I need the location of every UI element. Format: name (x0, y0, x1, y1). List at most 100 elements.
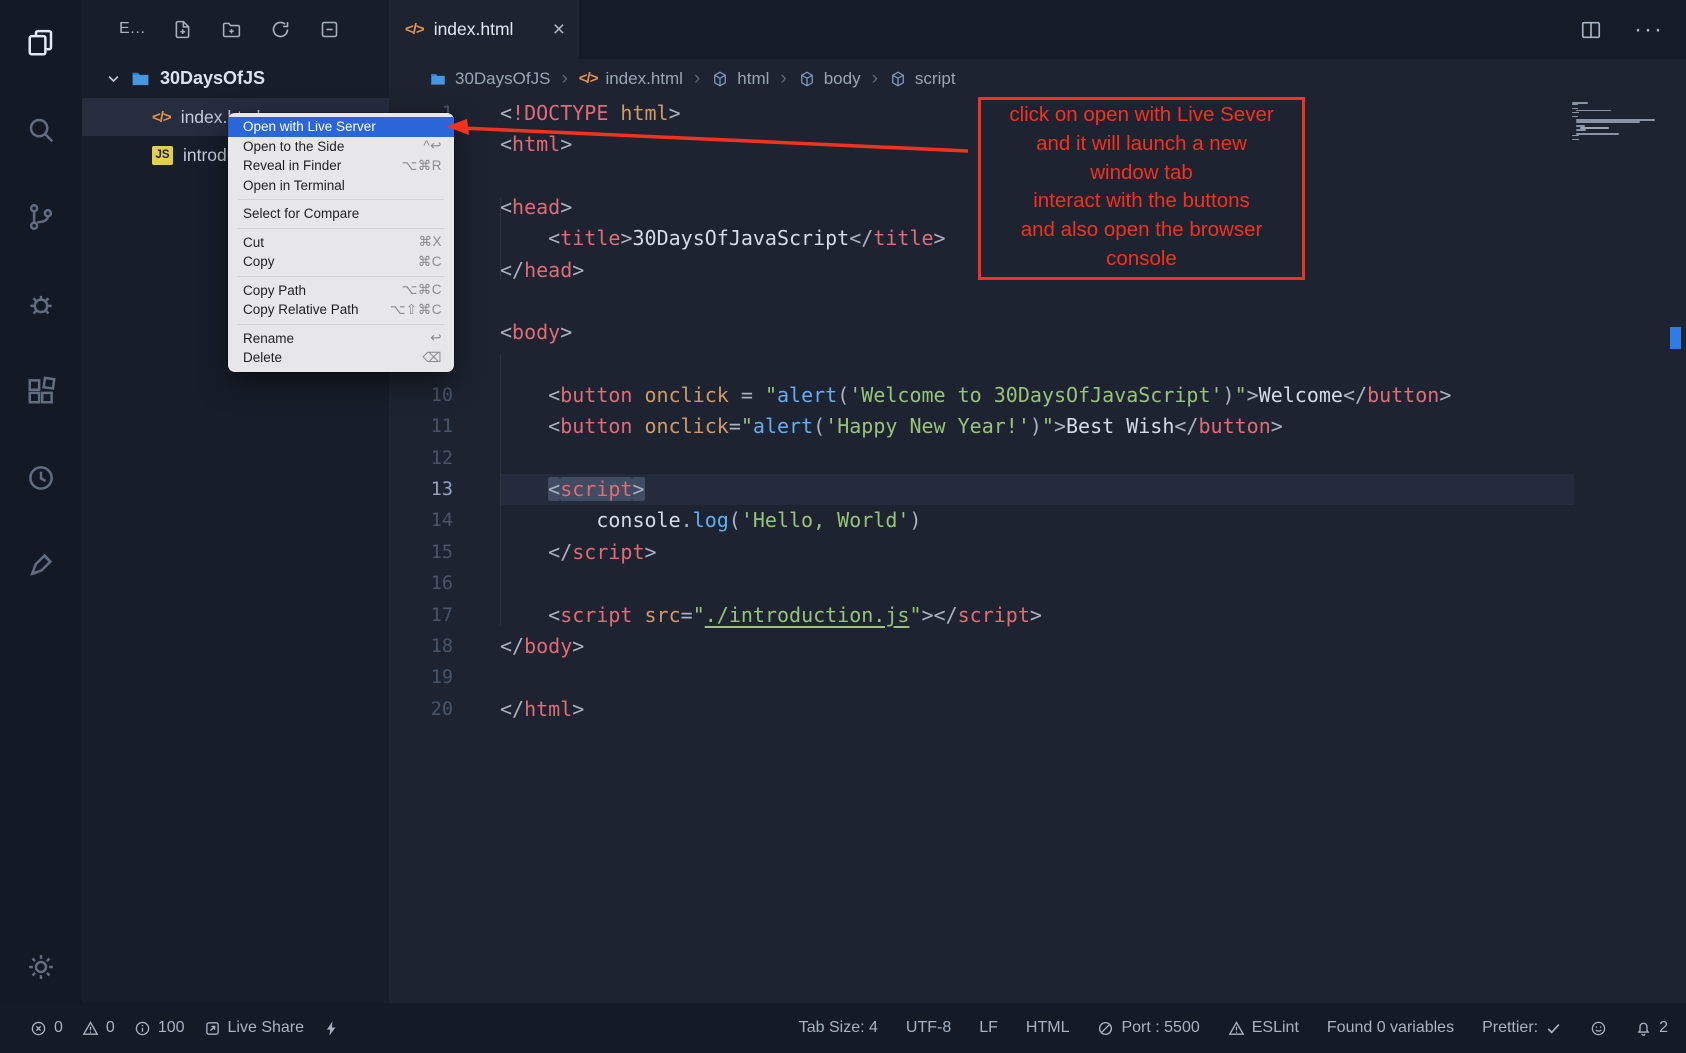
status-item-lightning[interactable] (323, 1020, 340, 1037)
status-item-found-0-variables[interactable]: Found 0 variables (1327, 1019, 1454, 1037)
menu-item-select-for-compare[interactable]: Select for Compare (228, 204, 454, 224)
breadcrumb-item-index-html[interactable]: </>index.html (579, 69, 683, 89)
tab-title: index.html (434, 19, 514, 40)
collapse-all-icon[interactable] (319, 19, 340, 40)
menu-item-label: Select for Compare (243, 206, 359, 221)
line-number-12[interactable]: 12 (389, 443, 500, 474)
line-number-19[interactable]: 19 (389, 662, 500, 693)
line-number-18[interactable]: 18 (389, 631, 500, 662)
code-line-14[interactable]: console.log('Hello, World') (500, 505, 1574, 536)
new-file-icon[interactable] (172, 19, 193, 40)
line-number-15[interactable]: 15 (389, 537, 500, 568)
breadcrumb: 30DaysOfJS›</>index.html›html›body›scrip… (389, 59, 1686, 98)
explorer-header: E… (82, 0, 389, 58)
code-line-10[interactable]: <button onclick = "alert('Welcome to 30D… (500, 380, 1574, 411)
status-item-utf-8[interactable]: UTF-8 (906, 1019, 951, 1037)
menu-item-copy-relative-path[interactable]: Copy Relative Path⌥⇧⌘C (228, 300, 454, 320)
breadcrumb-item-script[interactable]: script (889, 69, 956, 89)
js-file-icon: JS (152, 146, 173, 165)
editor-actions: ··· (1580, 0, 1686, 59)
breadcrumb-item-body[interactable]: body (798, 69, 861, 89)
breadcrumb-item-30daysofjs[interactable]: 30DaysOfJS (429, 69, 550, 89)
status-item-2[interactable]: 2 (1635, 1019, 1668, 1037)
status-item-100[interactable]: 100 (134, 1019, 185, 1037)
breadcrumb-label: body (824, 69, 861, 89)
line-number-10[interactable]: 10 (389, 380, 500, 411)
status-item-label: ESLint (1252, 1019, 1299, 1037)
source-control-icon[interactable] (25, 201, 57, 233)
minimap[interactable] (1572, 102, 1664, 141)
minimap-line (1572, 139, 1664, 141)
settings-gear-icon[interactable] (25, 951, 57, 983)
status-item-lf[interactable]: LF (979, 1019, 998, 1037)
tab-index-html[interactable]: </> index.html × (389, 0, 579, 59)
menu-item-open-to-the-side[interactable]: Open to the Side^↩ (228, 137, 454, 157)
menu-item-shortcut: ⌥⌘C (402, 282, 442, 298)
status-item-live-share[interactable]: Live Share (204, 1019, 305, 1037)
error-icon (30, 1020, 47, 1037)
more-actions-icon[interactable]: ··· (1634, 24, 1664, 36)
menu-item-open-with-live-server[interactable]: Open with Live Server (228, 117, 454, 137)
code-line-17[interactable]: <script src="./introduction.js"></script… (500, 600, 1574, 631)
status-item-label: 0 (54, 1019, 63, 1037)
menu-item-shortcut: ⌘X (418, 234, 442, 250)
folder-root-row[interactable]: 30DaysOfJS (82, 58, 389, 98)
code-line-20[interactable]: </html> (500, 694, 1574, 725)
line-number-13[interactable]: 13 (389, 474, 500, 505)
status-item-port-5500[interactable]: Port : 5500 (1097, 1019, 1199, 1037)
pen-icon[interactable] (25, 549, 57, 581)
menu-item-reveal-in-finder[interactable]: Reveal in Finder⌥⌘R (228, 156, 454, 176)
split-editor-icon[interactable] (1580, 19, 1602, 41)
code-line-16[interactable] (500, 568, 1574, 599)
search-icon[interactable] (25, 114, 57, 146)
overview-ruler-marker (1670, 327, 1681, 349)
breadcrumb-label: 30DaysOfJS (455, 69, 550, 89)
status-item-prettier[interactable]: Prettier: (1482, 1019, 1562, 1037)
menu-item-delete[interactable]: Delete⌫ (228, 348, 454, 368)
context-menu: Open with Live ServerOpen to the Side^↩R… (228, 113, 454, 372)
status-item-html[interactable]: HTML (1026, 1019, 1070, 1037)
line-number-11[interactable]: 11 (389, 411, 500, 442)
breadcrumb-chevron-icon: › (694, 68, 700, 90)
new-folder-icon[interactable] (221, 19, 242, 40)
code-line-18[interactable]: </body> (500, 631, 1574, 662)
tab-close-icon[interactable]: × (553, 19, 565, 40)
debug-icon[interactable] (25, 288, 57, 320)
breadcrumb-item-html[interactable]: html (711, 69, 769, 89)
menu-item-copy-path[interactable]: Copy Path⌥⌘C (228, 281, 454, 301)
extensions-icon[interactable] (25, 375, 57, 407)
refresh-icon[interactable] (270, 19, 291, 40)
timeline-icon[interactable] (25, 462, 57, 494)
line-number-16[interactable]: 16 (389, 568, 500, 599)
menu-separator (238, 228, 444, 229)
symbol-icon (711, 70, 729, 88)
menu-item-copy[interactable]: Copy⌘C (228, 252, 454, 272)
code-line-7[interactable] (500, 286, 1574, 317)
menu-item-shortcut: ⌘C (418, 254, 442, 270)
status-item-tab-size-4[interactable]: Tab Size: 4 (799, 1019, 878, 1037)
menu-item-shortcut: ⌥⌘R (402, 158, 442, 174)
menu-item-cut[interactable]: Cut⌘X (228, 233, 454, 253)
status-item-0[interactable]: 0 (30, 1019, 63, 1037)
line-number-20[interactable]: 20 (389, 694, 500, 725)
code-line-12[interactable] (500, 443, 1574, 474)
activity-bar (0, 0, 82, 1003)
code-line-11[interactable]: <button onclick="alert('Happy New Year!'… (500, 411, 1574, 442)
breadcrumb-chevron-icon: › (780, 68, 786, 90)
menu-item-rename[interactable]: Rename↩ (228, 329, 454, 349)
status-item-0[interactable]: 0 (82, 1019, 115, 1037)
menu-item-open-in-terminal[interactable]: Open in Terminal (228, 176, 454, 196)
indent-guide (500, 355, 501, 625)
code-line-19[interactable] (500, 662, 1574, 693)
line-number-14[interactable]: 14 (389, 505, 500, 536)
explorer-icon[interactable] (25, 27, 57, 59)
breadcrumb-label: script (915, 69, 956, 89)
status-item-smiley[interactable] (1590, 1020, 1607, 1037)
code-line-9[interactable] (500, 349, 1574, 380)
status-item-eslint[interactable]: ESLint (1228, 1019, 1299, 1037)
line-number-17[interactable]: 17 (389, 600, 500, 631)
menu-item-label: Delete (243, 350, 282, 365)
code-line-15[interactable]: </script> (500, 537, 1574, 568)
code-line-8[interactable]: <body> (500, 317, 1574, 348)
code-line-13[interactable]: <script> (500, 474, 1574, 505)
